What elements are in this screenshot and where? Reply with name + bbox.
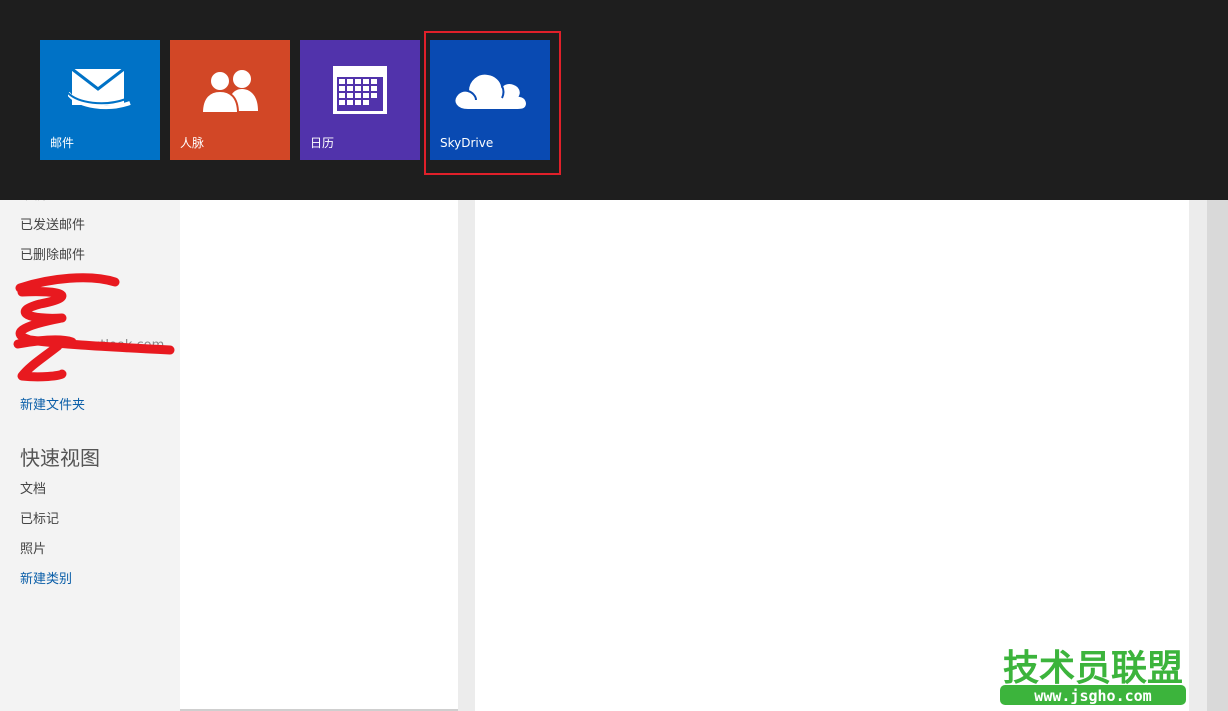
watermark-logo: 技术员联盟 www.jsgho.com [1000,648,1186,705]
mail-icon [40,40,160,140]
new-category-link[interactable]: 新建类别 [20,572,72,588]
app-switcher-bar: 邮件 人脉 日历 SkyDrive [0,0,1228,200]
red-scribble-redaction [13,273,175,382]
quick-view-documents[interactable]: 文档 [20,482,46,498]
quick-view-flagged[interactable]: 已标记 [20,512,59,528]
new-folder-link[interactable]: 新建文件夹 [20,398,85,414]
tile-mail[interactable]: 邮件 [40,40,160,160]
quick-views-title: 快速视图 [20,446,100,470]
tile-calendar[interactable]: 日历 [300,40,420,160]
tile-people[interactable]: 人脉 [170,40,290,160]
quick-view-photos[interactable]: 照片 [20,542,46,558]
tile-calendar-label: 日历 [310,136,335,150]
highlight-annotation-box [424,31,561,175]
people-icon [170,40,290,140]
calendar-icon [300,40,420,140]
folder-item-sent[interactable]: 已发送邮件 [20,218,85,234]
watermark-title: 技术员联盟 [1003,648,1183,689]
tile-mail-label: 邮件 [50,136,75,150]
watermark-url: www.jsgho.com [1034,687,1151,705]
tile-people-label: 人脉 [180,136,205,150]
